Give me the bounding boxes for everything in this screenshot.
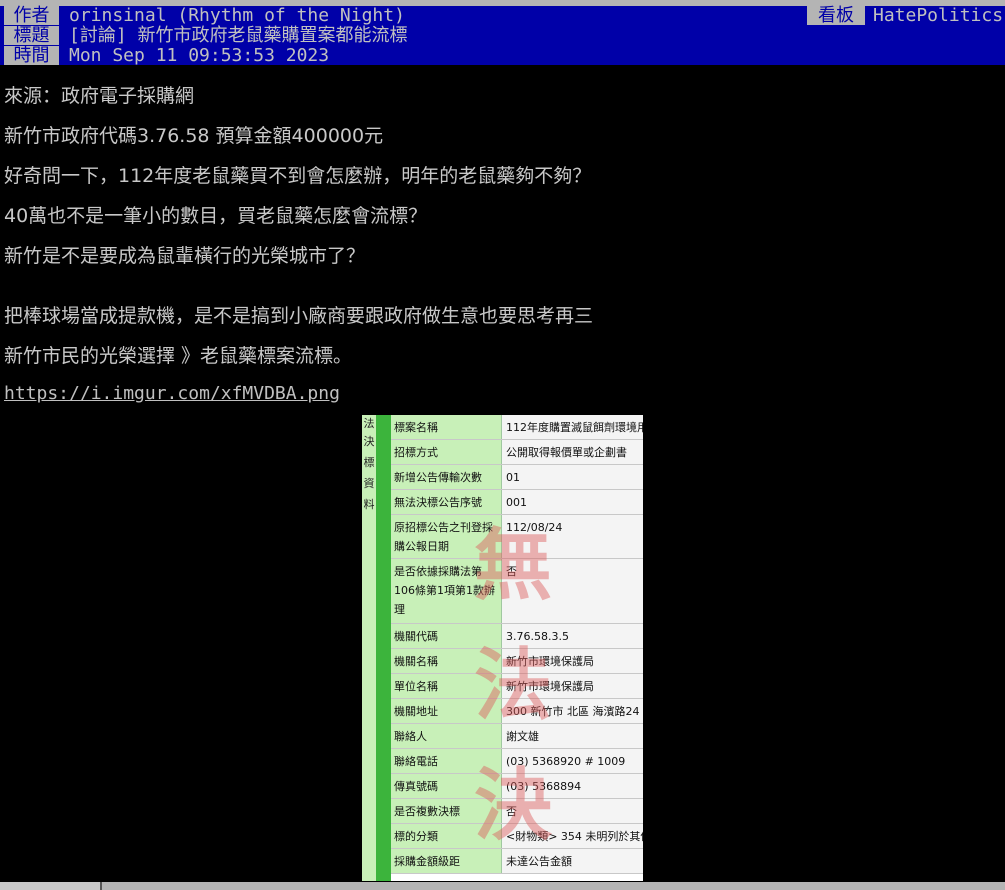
table-row: 無法決標公告序號 001 [391,490,643,515]
body-line: 好奇問一下，112年度老鼠藥買不到會怎麼辦，明年的老鼠藥夠不夠？ [4,165,592,187]
vertical-char: 法 [363,417,375,430]
status-bar [0,882,1005,890]
post-header: 作者 orinsinal (Rhythm of the Night) 看板 Ha… [0,6,1005,65]
table-row: 採購金額級距 未達公告金額 [391,849,643,874]
table-row: 標的分類 <財物類> 354 未明列於其他 [391,824,643,849]
table-row: 新增公告傳輸次數 01 [391,465,643,490]
row-label: 無法決標公告序號 [391,490,502,514]
table-row: 標案名稱 112年度購置滅鼠餌劑環境用 [391,415,643,440]
table-row: 機關名稱 新竹市環境保護局 [391,649,643,674]
row-label: 機關代碼 [391,624,502,648]
row-label: 傳真號碼 [391,774,502,798]
title-label: 標題 [4,26,59,45]
vertical-char: 決 [363,435,375,448]
table-row: 聯絡人 謝文雄 [391,724,643,749]
row-label: 是否複數決標 [391,799,502,823]
author-value: orinsinal (Rhythm of the Night) [69,5,405,26]
author-label: 作者 [4,6,59,25]
table-row: 聯絡電話 (03) 5368920 # 1009 [391,749,643,774]
vertical-label-column: 法 決 標 資 料 [362,415,391,881]
row-value: 新竹市環境保護局 [502,649,643,673]
row-value: 112年度購置滅鼠餌劑環境用 [502,415,643,439]
row-label: 聯絡人 [391,724,502,748]
row-value: 否 [502,799,643,823]
body-line: 40萬也不是一筆小的數目，買老鼠藥怎麼會流標？ [4,205,428,227]
board-value[interactable]: HatePolitics [873,6,1003,25]
table-row: 是否依據採購法第 106條第1項第1款辦 理 否 [391,559,643,624]
author-row: 作者 orinsinal (Rhythm of the Night) 看板 Ha… [0,6,1005,26]
time-row: 時間 Mon Sep 11 09:53:53 2023 [0,46,1005,66]
row-value: 未達公告金額 [502,849,643,873]
time-label: 時間 [4,46,59,65]
row-label: 單位名稱 [391,674,502,698]
row-value: 112/08/24 [502,515,643,558]
table-row: 原招標公告之刊登採 購公報日期 112/08/24 [391,515,643,559]
embedded-image: 法 決 標 資 料 標案名稱 112年度購置滅鼠餌劑環境用 招標方式 公開取得報… [362,415,643,881]
table-row: 是否複數決標 否 [391,799,643,824]
time-value: Mon Sep 11 09:53:53 2023 [69,45,330,66]
body-line: 新竹是不是要成為鼠輩橫行的光榮城市了？ [4,245,366,267]
row-label: 採購金額級距 [391,849,502,873]
row-value: <財物類> 354 未明列於其他 [502,824,643,848]
vertical-char: 料 [363,498,375,511]
table-row: 單位名稱 新竹市環境保護局 [391,674,643,699]
row-value: (03) 5368894 [502,774,643,798]
row-label: 標案名稱 [391,415,502,439]
table-row: 招標方式 公開取得報價單或企劃書 [391,440,643,465]
image-link[interactable]: https://i.imgur.com/xfMVDBA.png [4,383,340,405]
table-row: 傳真號碼 (03) 5368894 [391,774,643,799]
body-line: 新竹市民的光榮選擇 》老鼠藥標案流標。 [4,345,353,367]
board-label: 看板 [807,6,865,25]
row-value: 公開取得報價單或企劃書 [502,440,643,464]
row-value: 01 [502,465,643,489]
row-value: 300 新竹市 北區 海濱路24 [502,699,643,723]
row-value: 新竹市環境保護局 [502,674,643,698]
table-row: 機關代碼 3.76.58.3.5 [391,624,643,649]
row-label: 新增公告傳輸次數 [391,465,502,489]
row-value: 謝文雄 [502,724,643,748]
row-value: 3.76.58.3.5 [502,624,643,648]
body-line: 來源：政府電子採購網 [4,85,195,107]
row-label: 是否依據採購法第 106條第1項第1款辦 理 [391,559,502,623]
row-label: 機關名稱 [391,649,502,673]
row-value: 001 [502,490,643,514]
title-row: 標題 [討論] 新竹市政府老鼠藥購置案都能流標 [0,26,1005,46]
row-value: 否 [502,559,643,623]
body-line: 把棒球場當成提款機，是不是搞到小廠商要跟政府做生意也要思考再三 [4,305,594,327]
row-value: (03) 5368920 # 1009 [502,749,643,773]
row-label: 招標方式 [391,440,502,464]
body-line: 新竹市政府代碼3.76.58 預算金額400000元 [4,125,384,147]
vertical-char: 資 [363,477,375,490]
row-label: 機關地址 [391,699,502,723]
vertical-char: 標 [363,456,375,469]
table-row: 機關地址 300 新竹市 北區 海濱路24 [391,699,643,724]
row-label: 標的分類 [391,824,502,848]
row-label: 聯絡電話 [391,749,502,773]
title-value: [討論] 新竹市政府老鼠藥購置案都能流標 [69,25,408,46]
status-tab [0,882,102,890]
row-label: 原招標公告之刊登採 購公報日期 [391,515,502,558]
